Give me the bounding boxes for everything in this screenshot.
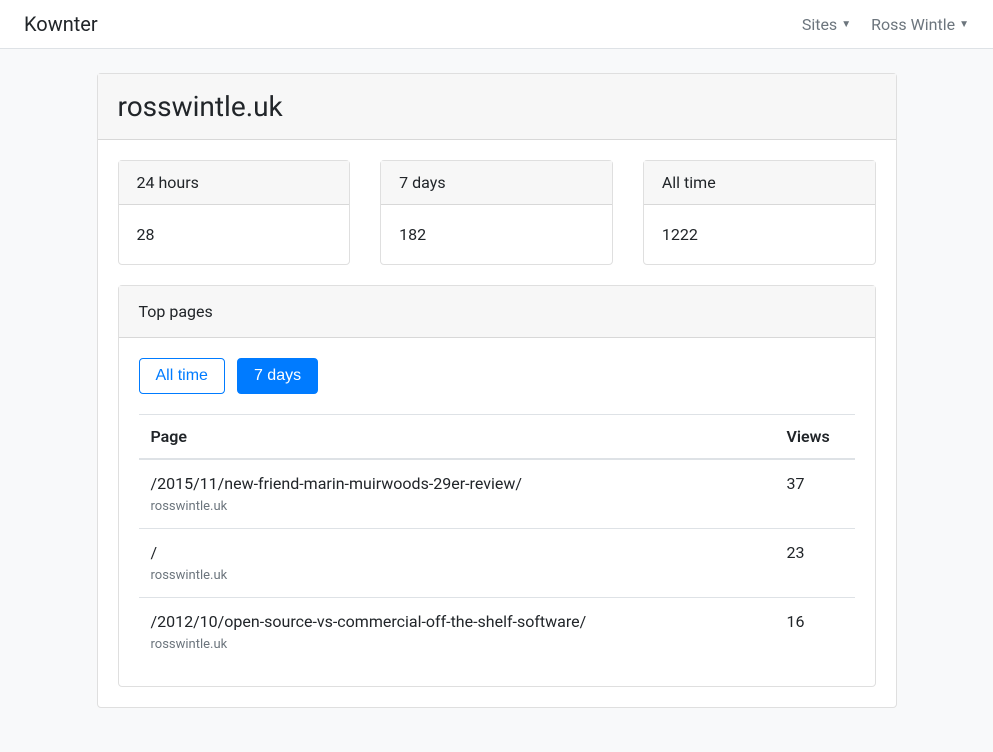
page-cell: /2015/11/new-friend-marin-muirwoods-29er…: [139, 459, 775, 529]
page-path[interactable]: /2015/11/new-friend-marin-muirwoods-29er…: [151, 474, 763, 493]
stat-card-7d: 7 days 182: [380, 160, 613, 265]
page-path[interactable]: /: [151, 543, 763, 562]
top-pages-card: Top pages All time 7 days Page Views: [118, 285, 876, 687]
column-views: Views: [775, 415, 855, 460]
top-pages-header: Top pages: [119, 286, 875, 338]
filter-all-time-button[interactable]: All time: [139, 358, 225, 394]
site-card-body: 24 hours 28 7 days 182 All time 1222 Top…: [98, 140, 896, 687]
navbar: Kownter Sites ▼ Ross Wintle ▼: [0, 0, 993, 49]
main-container: rosswintle.uk 24 hours 28 7 days 182 All…: [97, 49, 897, 752]
views-cell: 37: [775, 459, 855, 529]
sites-dropdown[interactable]: Sites ▼: [802, 15, 851, 34]
site-card: rosswintle.uk 24 hours 28 7 days 182 All…: [97, 73, 897, 708]
page-domain: rosswintle.uk: [151, 637, 763, 652]
table-row: / rosswintle.uk 23: [139, 529, 855, 598]
page-path[interactable]: /2012/10/open-source-vs-commercial-off-t…: [151, 612, 763, 631]
filter-buttons: All time 7 days: [139, 358, 855, 394]
page-domain: rosswintle.uk: [151, 568, 763, 583]
stat-value: 1222: [644, 205, 875, 264]
column-page: Page: [139, 415, 775, 460]
top-pages-body: All time 7 days Page Views: [119, 338, 875, 686]
table-row: /2015/11/new-friend-marin-muirwoods-29er…: [139, 459, 855, 529]
stat-label: 24 hours: [119, 161, 350, 205]
top-pages-table: Page Views /2015/11/new-friend-marin-mui…: [139, 414, 855, 666]
table-header-row: Page Views: [139, 415, 855, 460]
views-cell: 23: [775, 529, 855, 598]
site-title: rosswintle.uk: [118, 90, 876, 123]
site-header: rosswintle.uk: [98, 74, 896, 140]
page-domain: rosswintle.uk: [151, 499, 763, 514]
sites-label: Sites: [802, 15, 837, 34]
page-cell: /2012/10/open-source-vs-commercial-off-t…: [139, 598, 775, 667]
page-cell: / rosswintle.uk: [139, 529, 775, 598]
user-dropdown[interactable]: Ross Wintle ▼: [871, 15, 969, 34]
stat-value: 28: [119, 205, 350, 264]
stat-label: All time: [644, 161, 875, 205]
chevron-down-icon: ▼: [841, 19, 851, 30]
filter-7days-button[interactable]: 7 days: [237, 358, 318, 394]
views-cell: 16: [775, 598, 855, 667]
stats-row: 24 hours 28 7 days 182 All time 1222: [98, 140, 896, 285]
nav-right: Sites ▼ Ross Wintle ▼: [802, 15, 969, 34]
stat-label: 7 days: [381, 161, 612, 205]
stat-value: 182: [381, 205, 612, 264]
stat-card-alltime: All time 1222: [643, 160, 876, 265]
brand-logo[interactable]: Kownter: [24, 12, 98, 36]
chevron-down-icon: ▼: [959, 19, 969, 30]
user-label: Ross Wintle: [871, 15, 955, 34]
stat-card-24h: 24 hours 28: [118, 160, 351, 265]
table-row: /2012/10/open-source-vs-commercial-off-t…: [139, 598, 855, 667]
